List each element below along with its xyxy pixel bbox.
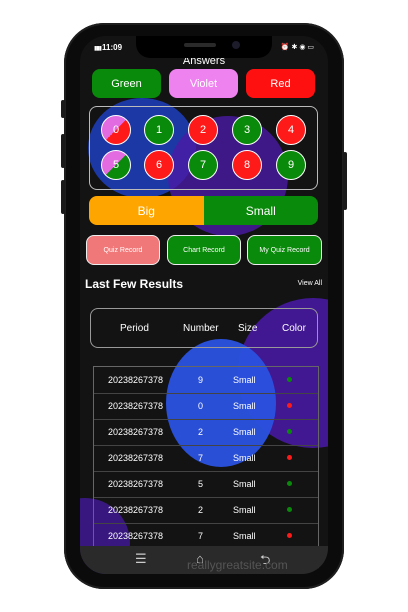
power-button bbox=[343, 152, 347, 210]
column-color: Color bbox=[282, 323, 306, 334]
table-row: 20238267378 2 Small bbox=[94, 497, 318, 524]
results-size: Small bbox=[233, 401, 256, 411]
view-all-link[interactable]: View All bbox=[298, 280, 322, 287]
green-button[interactable]: Green bbox=[92, 69, 161, 98]
results-period: 20238267378 bbox=[108, 375, 164, 385]
big-small-toggle: Big Small bbox=[89, 196, 318, 225]
results-period: 20238267378 bbox=[108, 427, 164, 437]
violet-button-label: Violet bbox=[189, 77, 218, 90]
green-button-label: Green bbox=[111, 77, 142, 90]
status-time: 11:09 bbox=[102, 43, 123, 52]
results-size: Small bbox=[233, 453, 256, 463]
number-ball-0[interactable]: 0 bbox=[101, 115, 131, 145]
results-size: Small bbox=[233, 375, 256, 385]
number-ball-4[interactable]: 4 bbox=[276, 115, 306, 145]
results-number: 0 bbox=[198, 401, 204, 411]
results-number: 7 bbox=[198, 453, 204, 463]
results-header: Period Number Size Color bbox=[90, 308, 318, 348]
results-period: 20238267378 bbox=[108, 453, 164, 463]
column-period: Period bbox=[120, 323, 149, 334]
number-ball-1[interactable]: 1 bbox=[144, 115, 174, 145]
my-quiz-record-button[interactable]: My Quiz Record bbox=[247, 235, 322, 265]
volume-up-button bbox=[61, 100, 65, 118]
status-indicators: ⏰ ✱ ◉ ▭ bbox=[280, 44, 314, 51]
status-bar: ▮▮▮ 11:09 ⏰ ✱ ◉ ▭ bbox=[80, 36, 328, 58]
signal-icon: ▮▮▮ bbox=[94, 46, 102, 52]
quiz-record-button[interactable]: Quiz Record bbox=[86, 235, 160, 265]
results-size: Small bbox=[233, 479, 256, 489]
red-button-label: Red bbox=[270, 77, 291, 90]
table-row: 20238267378 7 Small bbox=[94, 445, 318, 472]
number-ball-3[interactable]: 3 bbox=[232, 115, 262, 145]
quiz-record-label: Quiz Record bbox=[103, 246, 143, 254]
result-color-dot bbox=[287, 455, 292, 460]
number-ball-6[interactable]: 6 bbox=[144, 150, 174, 180]
chart-record-label: Chart Record bbox=[183, 246, 225, 254]
results-period: 20238267378 bbox=[108, 479, 164, 489]
violet-button[interactable]: Violet bbox=[169, 69, 238, 98]
my-quiz-record-label: My Quiz Record bbox=[259, 246, 310, 254]
menu-icon[interactable]: ☰ bbox=[135, 551, 147, 567]
app-content: Answers Green Violet Red 0123456789 Big … bbox=[80, 36, 328, 574]
chart-record-button[interactable]: Chart Record bbox=[167, 235, 241, 265]
watermark: reallygreatsite.com bbox=[187, 558, 288, 572]
red-button[interactable]: Red bbox=[246, 69, 315, 98]
result-color-dot bbox=[287, 481, 292, 486]
results-size: Small bbox=[233, 531, 256, 541]
results-period: 20238267378 bbox=[108, 531, 164, 541]
column-number: Number bbox=[183, 323, 219, 334]
results-period: 20238267378 bbox=[108, 505, 164, 515]
column-size: Size bbox=[238, 323, 258, 334]
number-ball-2[interactable]: 2 bbox=[188, 115, 218, 145]
number-ball-7[interactable]: 7 bbox=[188, 150, 218, 180]
results-number: 2 bbox=[198, 505, 204, 515]
phone-screen: ▮▮▮ 11:09 ⏰ ✱ ◉ ▭ Answers Green Violet R… bbox=[80, 36, 328, 574]
number-ball-8[interactable]: 8 bbox=[232, 150, 262, 180]
result-color-dot bbox=[287, 403, 292, 408]
table-row: 20238267378 0 Small bbox=[94, 393, 318, 420]
results-table: 20238267378 9 Small 20238267378 0 Small 202382… bbox=[93, 366, 319, 574]
result-color-dot bbox=[287, 377, 292, 382]
results-size: Small bbox=[233, 427, 256, 437]
results-number: 5 bbox=[198, 479, 204, 489]
results-number: 7 bbox=[198, 531, 204, 541]
volume-down-button bbox=[61, 134, 65, 168]
number-ball-5[interactable]: 5 bbox=[101, 150, 131, 180]
small-button[interactable]: Small bbox=[203, 196, 318, 225]
table-row: 20238267378 5 Small bbox=[94, 471, 318, 498]
result-color-dot bbox=[287, 533, 292, 538]
table-row: 20238267378 9 Small bbox=[94, 367, 318, 394]
result-color-dot bbox=[287, 507, 292, 512]
results-number: 9 bbox=[198, 375, 204, 385]
table-row: 20238267378 2 Small bbox=[94, 419, 318, 446]
results-title: Last Few Results bbox=[85, 277, 184, 291]
mute-button bbox=[61, 180, 65, 214]
results-size: Small bbox=[233, 505, 256, 515]
results-number: 2 bbox=[198, 427, 204, 437]
big-button[interactable]: Big bbox=[89, 196, 204, 225]
results-period: 20238267378 bbox=[108, 401, 164, 411]
number-ball-9[interactable]: 9 bbox=[276, 150, 306, 180]
result-color-dot bbox=[287, 429, 292, 434]
